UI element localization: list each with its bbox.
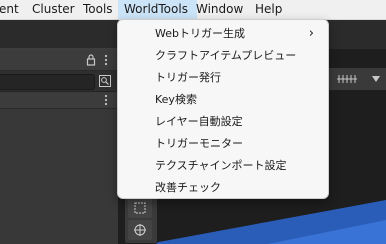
menu-item-label: Webトリガー生成 [155, 27, 245, 40]
scene-tool-strip [124, 194, 158, 244]
rect-tool-button[interactable] [128, 198, 152, 218]
menu-item-label: 改善チェック [155, 181, 221, 194]
menu-window[interactable]: Window [196, 2, 244, 17]
menu-worldtools[interactable]: WorldTools [118, 0, 197, 19]
menu-tools[interactable]: Tools [83, 2, 115, 17]
panel-subheader [0, 92, 118, 109]
transform-tool-button[interactable] [128, 220, 152, 240]
scene-toolbar [328, 68, 386, 90]
menu-item-layer-auto-setting[interactable]: レイヤー自動設定 [118, 111, 328, 132]
menu-agent[interactable]: ent [0, 2, 21, 17]
menu-item-trigger-issue[interactable]: トリガー発行 [118, 67, 328, 88]
menu-item-label: クラフトアイテムプレビュー [155, 49, 297, 62]
menu-item-label: テクスチャインポート設定 [155, 159, 287, 172]
menu-item-key-search[interactable]: Key検索 [118, 89, 328, 110]
search-input[interactable] [0, 74, 95, 90]
menu-item-improvement-check[interactable]: 改善チェック [118, 177, 328, 198]
rect-tool-icon [134, 202, 146, 217]
menu-item-label: レイヤー自動設定 [155, 115, 243, 128]
hierarchy-panel [0, 50, 118, 244]
menu-item-web-trigger[interactable]: Webトリガー生成 › [118, 23, 328, 44]
more-icon[interactable] [104, 94, 108, 109]
panel-header [0, 50, 118, 71]
more-icon[interactable] [104, 54, 108, 69]
menu-bar: ent Cluster Tools WorldTools Window Help [0, 0, 386, 20]
search-button-icon[interactable] [99, 75, 111, 90]
dropdown-arrow-icon[interactable] [371, 74, 381, 86]
submenu-arrow-icon: › [308, 26, 314, 41]
menu-cluster[interactable]: Cluster [32, 2, 76, 17]
menu-item-label: トリガー発行 [155, 71, 221, 84]
menu-item-label: Key検索 [155, 93, 197, 106]
menu-item-craft-item-preview[interactable]: クラフトアイテムプレビュー [118, 45, 328, 66]
menu-item-texture-import-setting[interactable]: テクスチャインポート設定 [118, 155, 328, 176]
menu-item-label: トリガーモニター [155, 137, 243, 150]
lock-icon[interactable] [86, 54, 96, 69]
menu-help[interactable]: Help [255, 2, 285, 17]
panel-toolbar [0, 71, 118, 92]
grid-icon[interactable] [337, 73, 359, 88]
menu-item-trigger-monitor[interactable]: トリガーモニター [118, 133, 328, 154]
worldtools-dropdown-menu: Webトリガー生成 › クラフトアイテムプレビュー トリガー発行 Key検索 レ… [117, 19, 329, 199]
transform-tool-icon [133, 223, 147, 240]
